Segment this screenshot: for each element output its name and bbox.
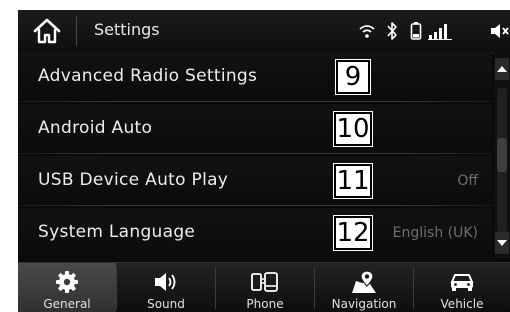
- battery-icon: [410, 18, 422, 44]
- signal-icon: [428, 18, 452, 44]
- home-button[interactable]: [18, 10, 76, 52]
- settings-item-usb-auto-play[interactable]: USB Device Auto Play 11 Off: [18, 156, 492, 206]
- row-divider: [18, 101, 492, 102]
- page-title: Settings: [94, 20, 160, 39]
- gear-icon: [56, 271, 78, 293]
- car-icon: [450, 274, 474, 291]
- callout-number: 10: [333, 111, 373, 147]
- scroll-up-button[interactable]: [495, 58, 509, 80]
- row-divider: [18, 153, 492, 154]
- chevron-down-icon: [497, 240, 507, 246]
- navigation-icon: [352, 270, 376, 293]
- settings-item-label: Advanced Radio Settings: [38, 66, 258, 86]
- callout-number: 11: [333, 163, 373, 199]
- phone-icon: [251, 272, 278, 292]
- settings-list: Advanced Radio Settings 9 Android Auto 1…: [18, 52, 492, 258]
- tab-navigation[interactable]: Navigation: [315, 263, 413, 312]
- settings-item-android-auto[interactable]: Android Auto 10: [18, 104, 492, 154]
- tab-label: Sound: [147, 297, 185, 311]
- settings-item-advanced-radio[interactable]: Advanced Radio Settings 9: [18, 52, 492, 102]
- settings-item-label: Android Auto: [38, 118, 153, 138]
- tab-sound[interactable]: Sound: [117, 263, 215, 312]
- settings-item-system-language[interactable]: System Language 12 English (UK): [18, 208, 492, 258]
- row-divider: [18, 205, 492, 206]
- wifi-icon: [358, 18, 376, 44]
- bottom-tab-bar: General Sound Phone Navigation Vehicle: [18, 262, 510, 312]
- speaker-icon: [155, 273, 176, 291]
- infotainment-screen: Settings Advanced Radio Settings 9 Andro…: [18, 10, 510, 312]
- tab-vehicle[interactable]: Vehicle: [414, 263, 510, 312]
- tab-label: Navigation: [331, 297, 397, 311]
- volume-icon: [490, 18, 510, 44]
- settings-item-label: System Language: [38, 222, 196, 242]
- scroll-thumb[interactable]: [497, 137, 507, 172]
- callout-number: 9: [335, 59, 371, 95]
- tab-general[interactable]: General: [18, 263, 116, 312]
- settings-item-label: USB Device Auto Play: [38, 170, 229, 190]
- settings-item-value: Off: [457, 173, 478, 189]
- status-bar: Settings: [18, 10, 510, 53]
- scrollbar[interactable]: [494, 52, 510, 258]
- tab-label: Phone: [246, 297, 284, 311]
- tab-phone[interactable]: Phone: [216, 263, 314, 312]
- header-divider: [76, 16, 77, 46]
- scroll-down-button[interactable]: [495, 232, 509, 254]
- tab-label: General: [43, 297, 91, 311]
- bluetooth-icon: [386, 18, 398, 44]
- chevron-up-icon: [497, 66, 507, 72]
- settings-item-value: English (UK): [392, 225, 478, 241]
- home-icon: [33, 18, 61, 44]
- tab-label: Vehicle: [440, 297, 484, 311]
- callout-number: 12: [333, 215, 373, 251]
